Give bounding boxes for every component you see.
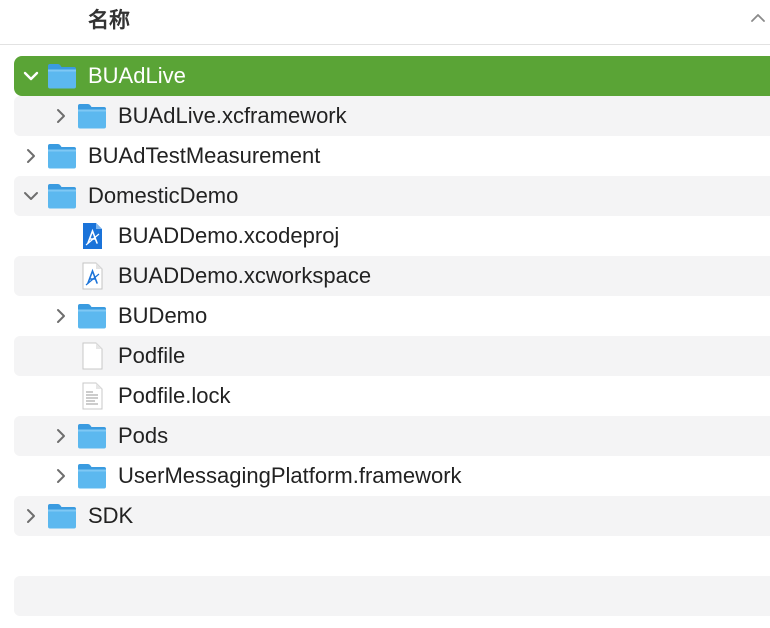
list-item-buadlive-xcframework[interactable]: BUAdLive.xcframework	[14, 96, 770, 136]
chevron-right-icon[interactable]	[53, 308, 69, 324]
list-item-pods[interactable]: Pods	[14, 416, 770, 456]
list-item-label: Podfile.lock	[118, 383, 231, 408]
list-item-usermessagingplatform-framework[interactable]: UserMessagingPlatform.framework	[14, 456, 770, 496]
folder-icon	[77, 302, 107, 330]
list-item-label: BUADDemo.xcworkspace	[118, 263, 372, 288]
chevron-right-icon[interactable]	[53, 468, 69, 484]
chevron-right-icon[interactable]	[53, 428, 69, 444]
list-item-buaddemo-xcodeproj[interactable]: BUADDemo.xcodeproj	[14, 216, 770, 256]
xcode-workspace-icon	[77, 262, 107, 290]
folder-icon	[77, 422, 107, 450]
list-item-domesticdemo[interactable]: DomesticDemo	[14, 176, 770, 216]
chevron-right-icon[interactable]	[23, 508, 39, 524]
list-item-label: Podfile	[118, 343, 186, 368]
column-header[interactable]: 名称	[0, 0, 770, 45]
list-item-sdk[interactable]: SDK	[14, 496, 770, 536]
folder-icon	[77, 462, 107, 490]
list-item-label: SDK	[88, 503, 134, 528]
list-item-budemo[interactable]: BUDemo	[14, 296, 770, 336]
empty-row	[14, 576, 770, 616]
list-item-podfile-lock[interactable]: Podfile.lock	[14, 376, 770, 416]
list-item-label: BUDemo	[118, 303, 208, 328]
list-item-label: BUAdLive	[88, 63, 186, 88]
list-item-buadtestmeasurement[interactable]: BUAdTestMeasurement	[14, 136, 770, 176]
name-column-header[interactable]: 名称	[88, 4, 130, 34]
chevron-down-icon[interactable]	[23, 68, 39, 84]
chevron-down-icon[interactable]	[23, 188, 39, 204]
list-item-label: BUADDemo.xcodeproj	[118, 223, 340, 248]
folder-icon	[47, 502, 77, 530]
folder-icon	[47, 182, 77, 210]
folder-icon	[77, 102, 107, 130]
list-item-label: BUAdLive.xcframework	[118, 103, 347, 128]
list-item-label: UserMessagingPlatform.framework	[118, 463, 462, 488]
list-item-buadlive[interactable]: BUAdLive	[14, 56, 770, 96]
folder-icon	[47, 62, 77, 90]
list-item-label: BUAdTestMeasurement	[88, 143, 321, 168]
list-item-label: DomesticDemo	[88, 183, 239, 208]
folder-icon	[47, 142, 77, 170]
document-icon	[77, 342, 107, 370]
list-item-label: Pods	[118, 423, 169, 448]
text-document-icon	[77, 382, 107, 410]
file-list: BUAdLive BUAdLive.xcframework BUAdTestMe…	[14, 56, 770, 616]
chevron-right-icon[interactable]	[53, 108, 69, 124]
list-item-buaddemo-xcworkspace[interactable]: BUADDemo.xcworkspace	[14, 256, 770, 296]
list-item-podfile[interactable]: Podfile	[14, 336, 770, 376]
xcode-project-icon	[77, 222, 107, 250]
chevron-up-icon[interactable]	[750, 10, 766, 26]
chevron-right-icon[interactable]	[23, 148, 39, 164]
empty-row	[14, 536, 770, 576]
